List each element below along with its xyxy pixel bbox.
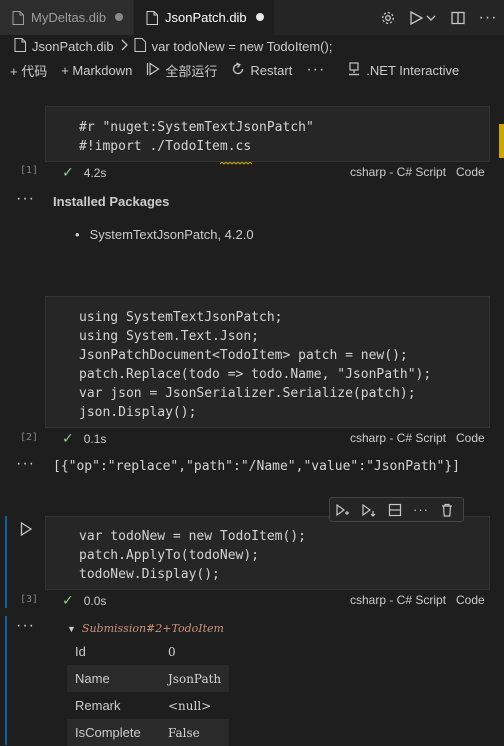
code-line: json.Display(); [79,405,197,420]
add-markdown-button[interactable]: + Markdown [61,63,132,78]
editor-actions: ··· [370,0,504,35]
breadcrumb-symbol[interactable]: var todoNew = new TodoItem(); [152,39,333,54]
property-value: 0 [168,644,176,659]
split-editor-icon[interactable] [446,0,470,35]
cell-mode[interactable]: Code [456,165,485,179]
run-all-button[interactable]: 全部运行 [146,61,217,80]
tab-label: JsonPatch.dib [165,10,247,25]
table-row: Remark <null> [67,692,229,719]
breadcrumb-file[interactable]: JsonPatch.dib [32,39,114,54]
add-code-label: + 代码 [10,63,48,79]
split-cell-icon[interactable] [382,499,408,521]
kernel-icon [347,61,361,79]
code-line: todoNew.Display(); [79,567,220,582]
cell-status: ✓ 0.1s [62,430,106,447]
cell-mode[interactable]: Code [456,593,485,607]
cell-language[interactable]: csharp - C# Script [350,431,446,445]
restart-button[interactable]: Restart [231,61,293,79]
cell-mode[interactable]: Code [456,431,485,445]
kernel-picker[interactable]: .NET Interactive [347,61,460,79]
tab-jsonpatch[interactable]: JsonPatch.dib [134,0,274,35]
table-row: Name JsonPath [67,665,230,692]
tab-label: MyDeltas.dib [31,10,107,25]
more-actions-icon[interactable]: ··· [408,499,434,521]
code-line: using System.Text.Json; [79,329,260,344]
run-below-icon[interactable] [356,499,382,521]
more-label: ··· [306,61,326,78]
code-line: var json = JsonSerializer.Serialize(patc… [79,386,416,401]
output-more-icon[interactable]: ··· [16,617,35,635]
check-icon: ✓ [62,592,74,608]
squiggle-warning [219,153,253,165]
caret-down-icon: ▼ [67,623,76,634]
check-icon: ✓ [62,430,74,446]
check-icon: ✓ [62,164,74,180]
bullet-icon: • [75,227,80,242]
tab-mydeltas[interactable]: MyDeltas.dib [0,0,134,35]
cell-language[interactable]: csharp - C# Script [350,165,446,179]
code-line: patch.Replace(todo => todo.Name, "JsonPa… [79,367,432,382]
property-name: Id [75,644,86,659]
execution-count: [1] [20,165,39,176]
file-icon [12,10,24,25]
property-value: <null> [168,698,212,713]
property-name: IsComplete [67,719,160,746]
scroll-marker [499,124,504,158]
property-value: False [160,719,230,746]
code-line: var todoNew = new TodoItem(); [79,529,306,544]
output-focus-indicator [5,616,7,745]
output-more-icon[interactable]: ··· [16,190,35,208]
chevron-right-icon [120,39,128,54]
run-dropdown-icon[interactable] [406,0,440,35]
restart-label: Restart [250,62,293,78]
file-icon [146,10,158,25]
cell-duration: 0.1s [83,431,107,446]
cell-focus-indicator [5,516,7,608]
run-above-icon[interactable] [330,499,356,521]
add-markdown-label: + Markdown [61,62,133,78]
cell-toolbar: ··· [329,497,464,522]
table-row: Id 0 [67,638,229,665]
run-all-icon [146,61,160,79]
restart-icon [231,61,245,79]
cell-status: ✓ 4.2s [62,164,106,181]
add-code-button[interactable]: + 代码 [10,61,47,80]
object-type: Submission#2+TodoItem [81,622,224,635]
output-text: [{"op":"replace","path":"/Name","value":… [53,459,460,474]
code-line: #r "nuget:SystemTextJsonPatch" [79,120,314,135]
unsaved-dot-icon[interactable] [256,13,264,21]
code-cell-icon [134,37,146,55]
output-more-icon[interactable]: ··· [16,455,35,473]
table-row: IsComplete False [67,719,230,746]
code-line: JsonPatchDocument<TodoItem> patch = new(… [79,348,408,363]
notebook-toolbar: + 代码 + Markdown 全部运行 Restart ··· .NET In… [0,57,504,83]
trash-icon[interactable] [434,499,460,521]
cell-duration: 4.2s [83,165,107,180]
code-line: using SystemTextJsonPatch; [79,310,283,325]
object-summary[interactable]: ▼ Submission#2+TodoItem [67,622,224,635]
execution-count: [2] [20,432,39,443]
file-icon [14,37,26,55]
more-button[interactable]: ··· [306,61,325,79]
breadcrumb: JsonPatch.dib var todoNew = new TodoItem… [0,35,504,57]
cell-status: ✓ 0.0s [62,592,106,609]
code-line: patch.ApplyTo(todoNew); [79,548,260,563]
output-title: Installed Packages [53,194,170,209]
object-table: Id 0 Name JsonPath Remark <null> IsCompl… [67,638,230,746]
kernel-label: .NET Interactive [366,62,460,78]
run-cell-icon[interactable] [20,521,33,539]
property-name: Name [67,665,160,692]
cell-language[interactable]: csharp - C# Script [350,593,446,607]
run-all-label: 全部运行 [165,63,218,79]
cell-duration: 0.0s [83,593,107,608]
list-item: • SystemTextJsonPatch, 4.2.0 [75,227,254,242]
property-name: Remark [75,698,121,713]
gear-icon[interactable] [376,0,400,35]
property-value: JsonPath [160,665,230,692]
unsaved-dot-icon[interactable] [115,13,123,21]
execution-count: [3] [20,594,39,605]
more-actions-icon[interactable]: ··· [476,0,500,35]
